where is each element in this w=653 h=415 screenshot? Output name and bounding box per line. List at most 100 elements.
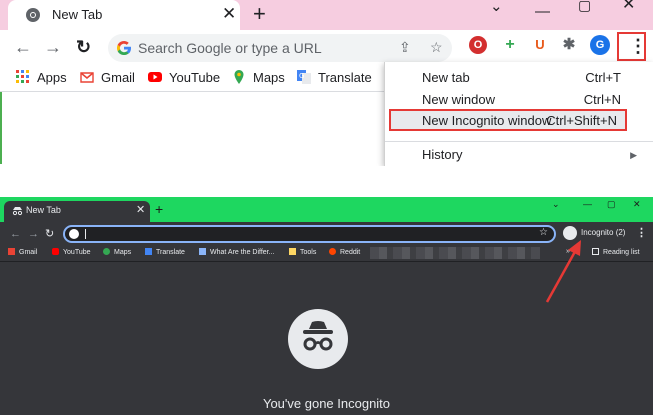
- reload-icon[interactable]: ↻: [45, 227, 54, 241]
- reload-icon[interactable]: ↻: [76, 35, 91, 59]
- gmail-icon: [80, 72, 94, 83]
- folder-icon: [289, 248, 296, 255]
- address-bar[interactable]: Search Google or type a URL ⇪ ☆: [108, 34, 452, 62]
- toolbar-divider: [0, 261, 653, 262]
- bookmark-maps[interactable]: Maps: [232, 70, 285, 85]
- menu-item-label: New window: [422, 92, 495, 107]
- plus-extension-icon[interactable]: +: [501, 36, 519, 54]
- menu-item-label: New Incognito window: [422, 113, 552, 128]
- window-edge: [0, 92, 2, 164]
- gmail-icon: [8, 248, 15, 255]
- site-icon: [199, 248, 206, 255]
- bookmark-label: Gmail: [101, 70, 135, 85]
- bookmark-gmail[interactable]: Gmail: [8, 248, 37, 256]
- incognito-spy-icon: [303, 321, 333, 351]
- close-tab-icon[interactable]: ✕: [222, 4, 236, 24]
- tab-new-tab[interactable]: New Tab ✕: [4, 201, 150, 222]
- youtube-icon: [52, 248, 59, 255]
- bookmark-label: YouTube: [169, 70, 221, 85]
- minimize-icon[interactable]: —: [583, 199, 592, 209]
- kebab-icon: ⋮: [629, 36, 647, 56]
- incognito-label: Incognito (2): [581, 228, 626, 237]
- puzzle-icon[interactable]: ✱: [560, 36, 578, 54]
- bookmark-youtube[interactable]: YouTube: [148, 70, 220, 85]
- bookmark-label: YouTube: [63, 249, 91, 256]
- customize-menu-button[interactable]: ⋮: [617, 32, 647, 61]
- svg-text:G: G: [299, 72, 304, 80]
- opera-extension-icon[interactable]: O: [469, 36, 487, 54]
- close-window-icon[interactable]: ✕: [622, 0, 635, 13]
- back-icon[interactable]: ←: [14, 35, 32, 59]
- bookmark-reddit[interactable]: Reddit: [329, 248, 360, 256]
- profile-avatar[interactable]: G: [590, 35, 610, 55]
- new-tab-button[interactable]: +: [155, 202, 163, 216]
- menu-item-new-window[interactable]: New window Ctrl+N: [385, 88, 653, 110]
- bookmark-what-are-the-differ[interactable]: What Are the Differ...: [199, 248, 274, 256]
- toolbar: ← → ↻ Search Google or type a URL ⇪ ☆ O …: [0, 30, 653, 64]
- back-icon[interactable]: ←: [10, 227, 21, 241]
- reading-list-label: Reading list: [603, 249, 640, 256]
- translate-icon: [145, 248, 152, 255]
- bookmark-apps[interactable]: Apps: [16, 70, 67, 85]
- bookmark-star-icon[interactable]: ☆: [539, 227, 548, 238]
- bookmark-label: Gmail: [19, 249, 38, 256]
- chevron-more-icon[interactable]: »: [566, 248, 570, 255]
- maps-icon: [234, 70, 244, 84]
- menu-divider: [385, 141, 653, 142]
- bookmarks-bar: Gmail YouTube Maps Translate What Are th…: [0, 246, 653, 260]
- ublock-extension-icon[interactable]: U: [531, 36, 549, 54]
- bookmark-label: Maps: [114, 249, 132, 256]
- tab-strip: New Tab ✕ + ⌄ — ▢ ✕: [0, 0, 653, 30]
- maximize-icon[interactable]: ▢: [578, 0, 591, 12]
- youtube-icon: [148, 72, 162, 82]
- maximize-icon[interactable]: ▢: [607, 199, 616, 210]
- bookmark-label: Translate: [318, 70, 372, 85]
- menu-item-new-incognito-window[interactable]: New Incognito window Ctrl+Shift+N: [389, 109, 627, 131]
- minimize-icon[interactable]: —: [535, 4, 550, 19]
- reading-list[interactable]: Reading list: [592, 248, 640, 256]
- address-bar[interactable]: ☆: [63, 225, 556, 243]
- tab-new-tab[interactable]: New Tab ✕: [8, 0, 240, 30]
- menu-item-shortcut: Ctrl+N: [583, 92, 621, 107]
- incognito-avatar-icon: [563, 226, 577, 240]
- bookmark-label: Tools: [300, 249, 317, 256]
- bookmark-translate[interactable]: G Translate: [297, 70, 372, 85]
- menu-item-new-tab[interactable]: New tab Ctrl+T: [385, 66, 653, 88]
- menu-item-shortcut: Ctrl+Shift+N: [546, 113, 617, 128]
- new-tab-button[interactable]: +: [253, 1, 266, 27]
- menu-item-history[interactable]: History: [385, 143, 653, 165]
- text-cursor: [85, 229, 86, 239]
- bookmark-translate[interactable]: Translate: [145, 248, 185, 256]
- chrome-main-menu: New tab Ctrl+T New window Ctrl+N New Inc…: [384, 62, 653, 166]
- forward-icon[interactable]: →: [44, 35, 62, 59]
- toolbar: ← → ↻ ☆ Incognito (2) ⋮: [0, 222, 653, 246]
- address-placeholder: Search Google or type a URL: [138, 40, 322, 56]
- incognito-tab-icon: [12, 207, 23, 216]
- bookmark-maps[interactable]: Maps: [103, 248, 131, 256]
- incognito-window: New Tab ✕ + ⌄ — ▢ ✕ ← → ↻ ☆ Incognito (2…: [0, 197, 653, 415]
- bookmark-label: Reddit: [340, 249, 361, 256]
- kebab-icon[interactable]: ⋮: [636, 226, 647, 239]
- maps-icon: [103, 248, 110, 255]
- bookmark-gmail[interactable]: Gmail: [80, 70, 135, 85]
- tab-strip: New Tab ✕ + ⌄ — ▢ ✕: [0, 197, 653, 222]
- chevron-down-icon[interactable]: ⌄: [552, 199, 560, 210]
- google-icon: [69, 229, 79, 239]
- bookmark-youtube[interactable]: YouTube: [52, 248, 91, 256]
- chevron-down-icon[interactable]: ⌄: [490, 0, 503, 14]
- share-icon[interactable]: ⇪: [399, 39, 411, 56]
- incognito-profile-button[interactable]: Incognito (2): [561, 225, 627, 243]
- close-tab-icon[interactable]: ✕: [136, 203, 145, 216]
- apps-grid-icon: [16, 70, 29, 83]
- bookmark-star-icon[interactable]: ☆: [430, 39, 443, 56]
- menu-item-shortcut: Ctrl+T: [585, 70, 621, 85]
- bookmark-label: Translate: [156, 249, 185, 256]
- reading-list-icon: [592, 248, 599, 255]
- chrome-window: New Tab ✕ + ⌄ — ▢ ✕ ← → ↻ Search Google …: [0, 0, 653, 166]
- bookmark-tools[interactable]: Tools: [289, 248, 316, 256]
- tab-title: New Tab: [52, 7, 103, 22]
- submenu-arrow-icon: ▶: [630, 150, 637, 160]
- forward-icon[interactable]: →: [28, 227, 39, 241]
- blurred-bookmarks: [370, 247, 540, 259]
- close-window-icon[interactable]: ✕: [633, 199, 641, 210]
